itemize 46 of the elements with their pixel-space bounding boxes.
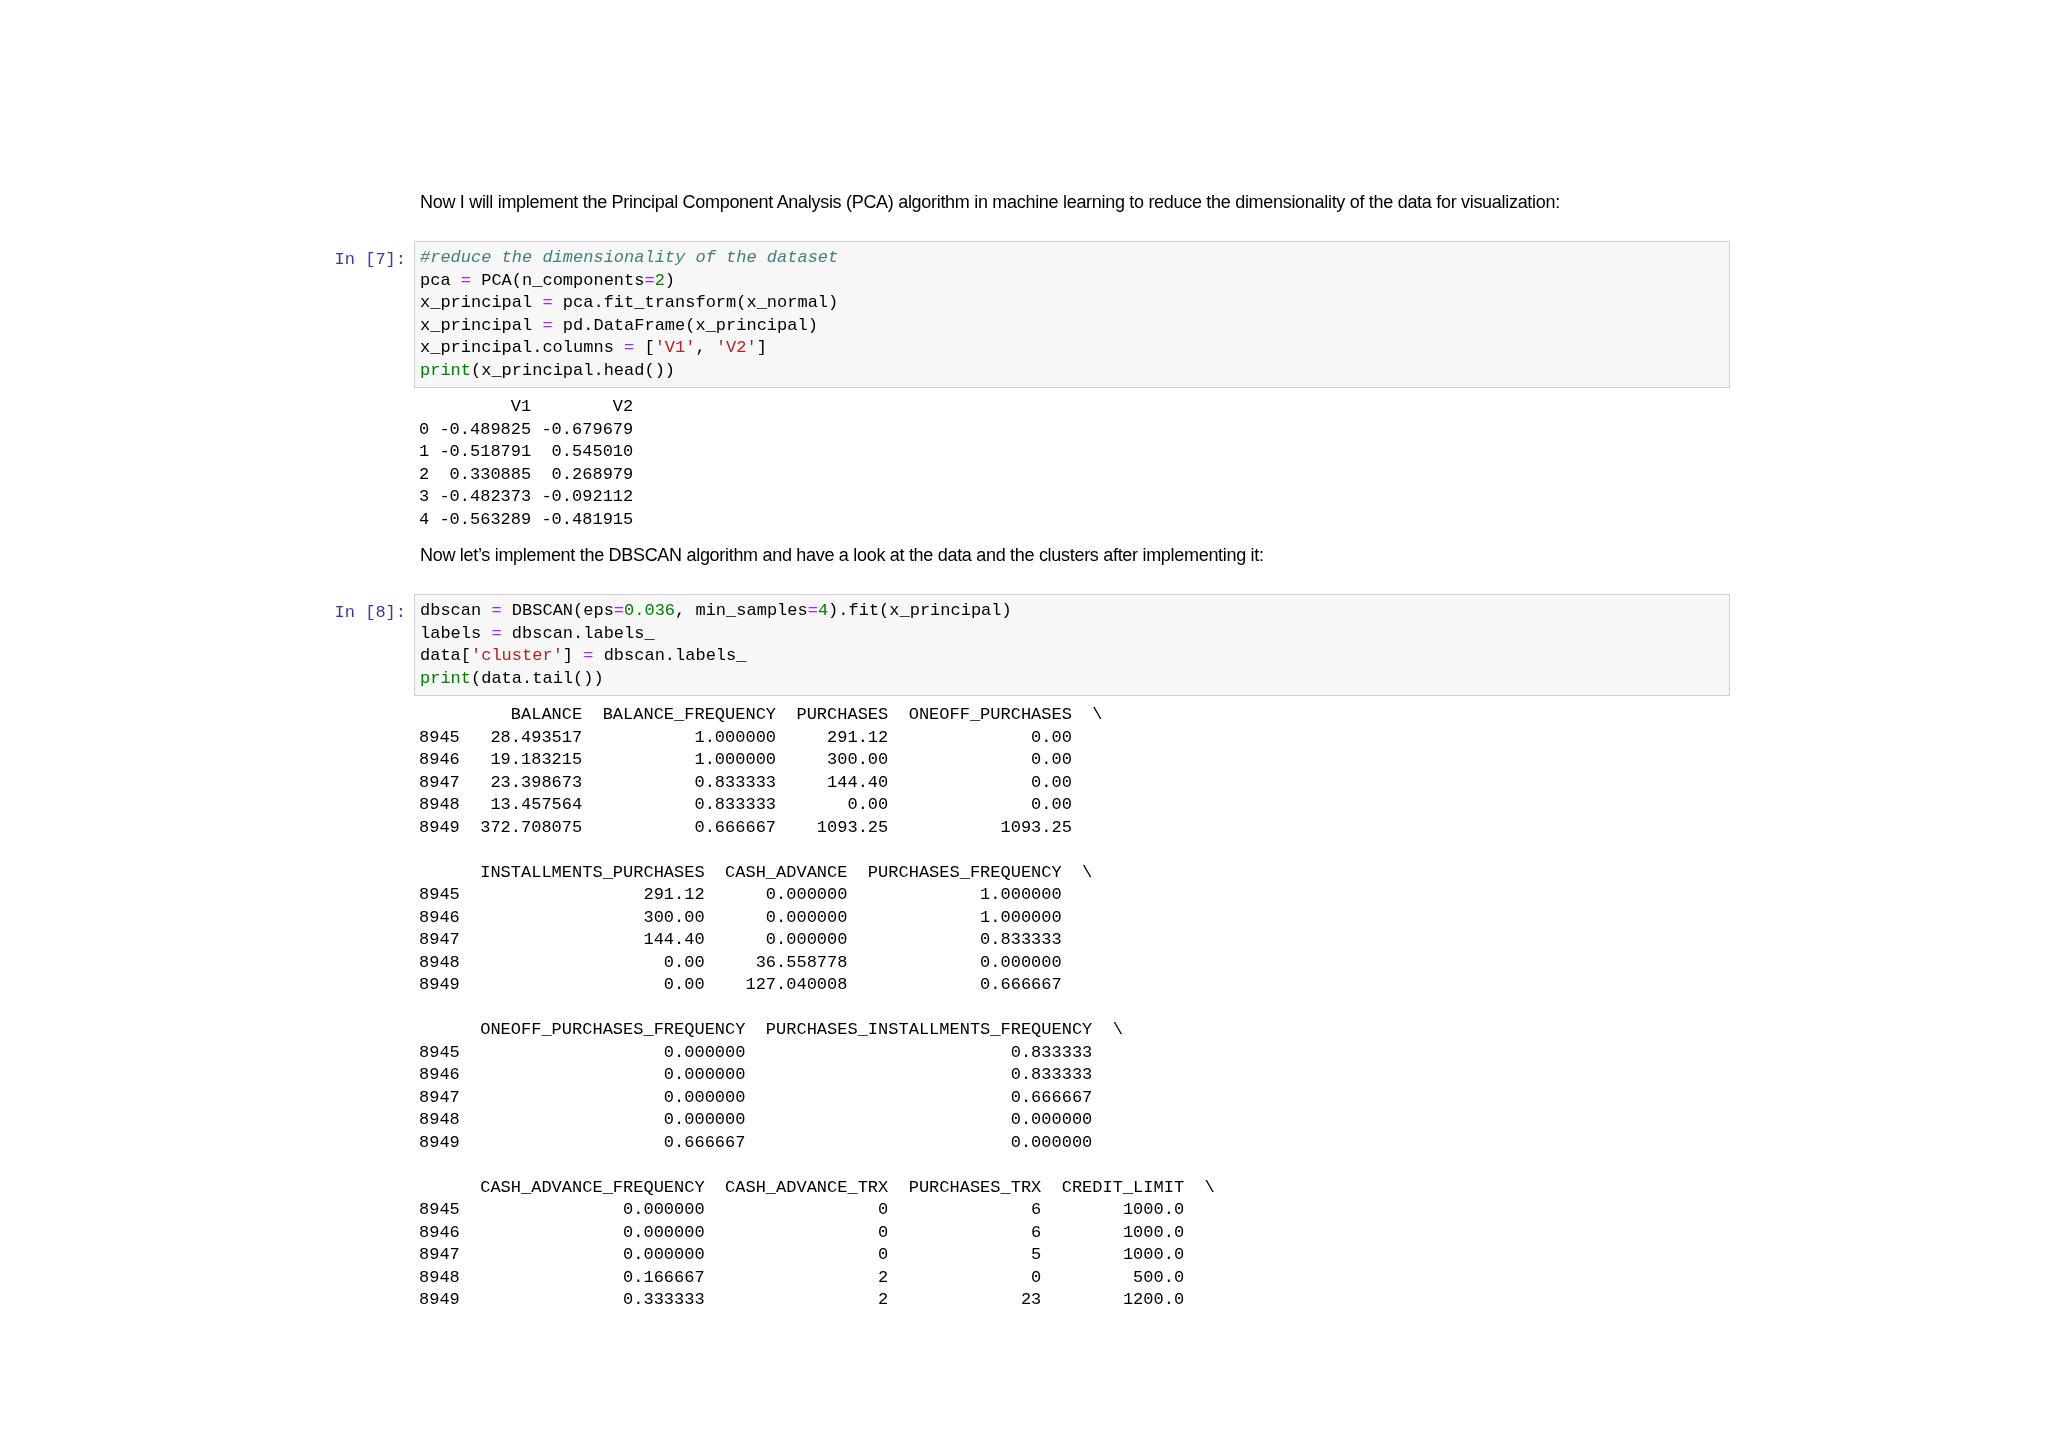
output-line: 8947 23.398673 0.833333 144.40 0.00 bbox=[419, 771, 1073, 794]
output-line: BALANCE BALANCE_FREQUENCY PURCHASES ONEOFF_PURCHASES \ bbox=[509, 704, 1104, 726]
output-line: 8946 300.00 0.000000 1.000000 bbox=[419, 906, 1063, 929]
output-line: 8946 0.000000 0.833333 bbox=[419, 1064, 1094, 1086]
output-line: 8949 372.708075 0.666667 1093.25 1093.25 bbox=[419, 816, 1073, 839]
output-line: 8948 0.166667 2 0 500.0 bbox=[419, 1266, 1186, 1289]
output-line: 0 -0.489825 -0.679679 bbox=[419, 418, 635, 441]
output-line: 3 -0.482373 -0.092112 bbox=[419, 486, 635, 508]
output-line: 8949 0.00 127.040008 0.666667 bbox=[419, 974, 1063, 996]
output-line: 8948 0.000000 0.000000 bbox=[419, 1109, 1094, 1131]
code-line: x_principal = pd.DataFrame(x_principal) bbox=[420, 314, 819, 337]
cell-prompt: In [8]: bbox=[333, 602, 407, 624]
output-line: 8946 0.000000 0 6 1000.0 bbox=[419, 1221, 1186, 1244]
output-line: 8947 144.40 0.000000 0.833333 bbox=[419, 929, 1063, 951]
output-line: 8949 0.666667 0.000000 bbox=[419, 1131, 1094, 1154]
code-cell[interactable]: dbscan = DBSCAN(eps=0.036, min_samples=4).fit(x_principal) labels = dbscan.labels_ data['cluster'] = dbscan.labels_ print(data.tail()) bbox=[414, 594, 1730, 696]
code-line: print(x_principal.head()) bbox=[420, 359, 677, 382]
code-line: dbscan = DBSCAN(eps=0.036, min_samples=4).fit(x_principal) bbox=[420, 600, 1013, 622]
output-line: CASH_ADVANCE_FREQUENCY CASH_ADVANCE_TRX PURCHASES_TRX CREDIT_LIMIT \ bbox=[479, 1176, 1216, 1199]
code-line: x_principal = pca.fit_transform(x_normal) bbox=[420, 292, 840, 314]
output-line: 1 -0.518791 0.545010 bbox=[419, 441, 635, 463]
output-line: 2 0.330885 0.268979 bbox=[419, 463, 635, 486]
output-line: ONEOFF_PURCHASES_FREQUENCY PURCHASES_INSTALLMENTS_FREQUENCY \ bbox=[479, 1019, 1124, 1041]
output-line: 8948 0.00 36.558778 0.000000 bbox=[419, 951, 1063, 974]
output-line: 4 -0.563289 -0.481915 bbox=[419, 508, 635, 531]
code-line: x_principal.columns = ['V1', 'V2'] bbox=[420, 337, 768, 359]
code-cell[interactable] bbox=[414, 241, 1730, 388]
output-line: INSTALLMENTS_PURCHASES CASH_ADVANCE PURCHASES_FREQUENCY \ bbox=[479, 861, 1094, 884]
output-line: 8947 0.000000 0.666667 bbox=[419, 1086, 1094, 1109]
output-line: 8948 13.457564 0.833333 0.00 0.00 bbox=[419, 794, 1073, 816]
output-line: 8945 291.12 0.000000 1.000000 bbox=[419, 884, 1063, 906]
markdown-text: Now I will implement the Principal Component Analysis (PCA) algorithm in machine learning to reduce the dimensionality of the data for visualization: bbox=[420, 191, 1561, 214]
output-line: 8945 28.493517 1.000000 291.12 0.00 bbox=[419, 726, 1073, 749]
output-line: 8949 0.333333 2 23 1200.0 bbox=[419, 1289, 1186, 1311]
output-line: V1 V2 bbox=[509, 396, 635, 418]
output-line: 8945 0.000000 0 6 1000.0 bbox=[419, 1199, 1186, 1221]
code-line: #reduce the dimensionality of the dataset bbox=[420, 247, 840, 269]
code-line: pca = PCA(n_components=2) bbox=[420, 269, 677, 292]
output-line: 8945 0.000000 0.833333 bbox=[419, 1041, 1094, 1064]
output-line: 8947 0.000000 0 5 1000.0 bbox=[419, 1244, 1186, 1266]
markdown-text: Now let’s implement the DBSCAN algorithm and have a look at the data and the clusters after implementing it: bbox=[420, 544, 1265, 567]
output-line: 8946 19.183215 1.000000 300.00 0.00 bbox=[419, 749, 1073, 771]
code-line: data['cluster'] = dbscan.labels_ bbox=[420, 645, 748, 667]
code-line: print(data.tail()) bbox=[420, 667, 605, 690]
code-line: labels = dbscan.labels_ bbox=[420, 622, 656, 645]
cell-prompt: In [7]: bbox=[333, 249, 407, 271]
